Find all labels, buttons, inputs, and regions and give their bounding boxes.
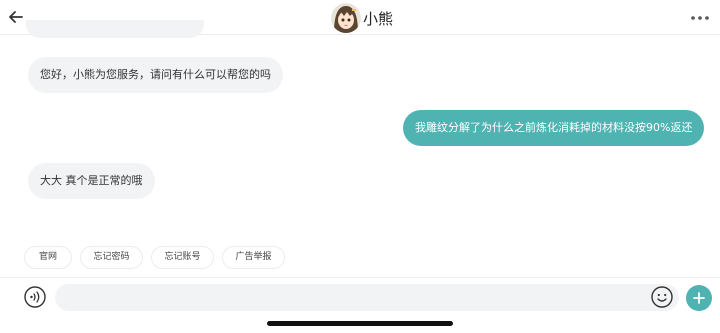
cartoon-girl-avatar-icon (331, 3, 361, 33)
plus-icon (693, 292, 705, 304)
quick-reply-report-ad[interactable]: 广告举报 (222, 246, 285, 269)
agent-message-bubble: 您好，小熊为您服务，请问有什么可以帮您的吗 (28, 57, 283, 93)
quick-reply-forgot-account[interactable]: 忘记账号 (151, 246, 214, 269)
home-indicator (267, 321, 453, 326)
message-input[interactable] (55, 284, 679, 311)
more-horizontal-icon (691, 16, 709, 20)
voice-input-icon (24, 286, 46, 308)
more-button[interactable] (690, 8, 710, 28)
message-text: 大大 真个是正常的哦 (40, 174, 143, 187)
agent-info: 小熊 (331, 3, 393, 33)
message-text: 您好，小熊为您服务，请问有什么可以帮您的吗 (40, 68, 271, 81)
emoji-icon (651, 286, 673, 308)
plus-button[interactable] (686, 285, 712, 311)
agent-message-bubble: 大大 真个是正常的哦 (28, 163, 155, 199)
previous-message-bubble (26, 20, 204, 38)
avatar (331, 3, 361, 33)
emoji-button[interactable] (651, 286, 673, 308)
user-message-bubble: 我雕纹分解了为什么之前炼化消耗掉的材料没按90%返还 (403, 110, 705, 146)
agent-name: 小熊 (363, 9, 394, 28)
arrow-left-icon (9, 11, 23, 23)
message-text: 我雕纹分解了为什么之前炼化消耗掉的材料没按90%返还 (415, 121, 693, 134)
back-button[interactable] (6, 7, 26, 27)
quick-reply-forgot-password[interactable]: 忘记密码 (80, 246, 143, 269)
quick-reply-official-site[interactable]: 官网 (24, 246, 72, 269)
input-divider (0, 277, 720, 278)
voice-button[interactable] (24, 286, 46, 308)
